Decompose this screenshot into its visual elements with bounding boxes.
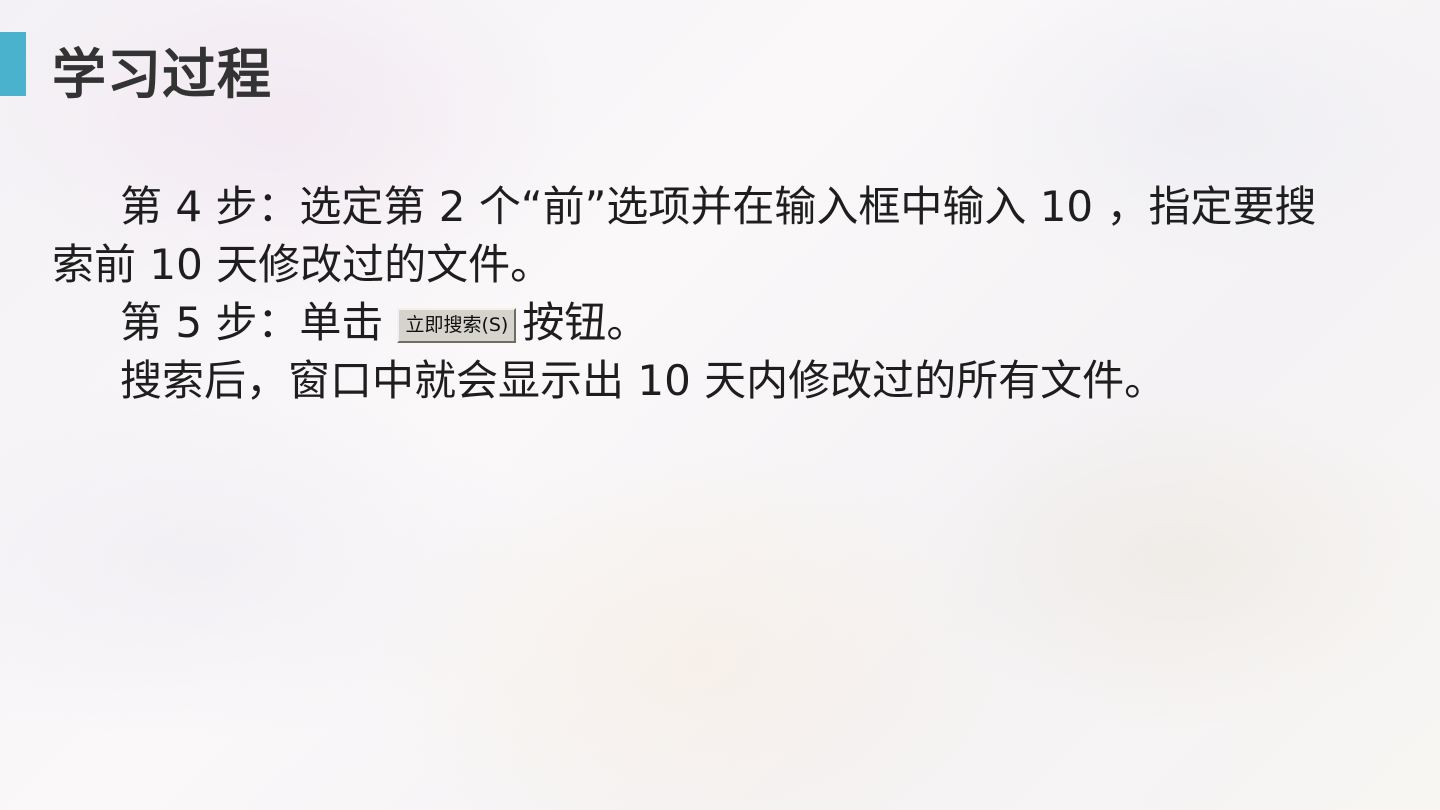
step-5-suffix: 按钮。 xyxy=(522,298,649,347)
slide-body: 第 4 步：选定第 2 个“前”选项并在输入框中输入 10 ，指定要搜索前 10… xyxy=(52,178,1352,410)
search-now-button[interactable]: 立即搜索(S) xyxy=(397,308,517,343)
step-4-text: 第 4 步：选定第 2 个“前”选项并在输入框中输入 10 ，指定要搜索前 10… xyxy=(52,182,1317,289)
page-title: 学习过程 xyxy=(52,43,272,106)
search-result-text: 搜索后，窗口中就会显示出 10 天内修改过的所有文件。 xyxy=(120,356,1167,405)
step-5-line: 第 5 步：单击 立即搜索(S) 按钮。 xyxy=(52,294,1352,352)
title-accent-bar xyxy=(0,32,26,96)
step-5-prefix: 第 5 步：单击 xyxy=(120,298,384,347)
